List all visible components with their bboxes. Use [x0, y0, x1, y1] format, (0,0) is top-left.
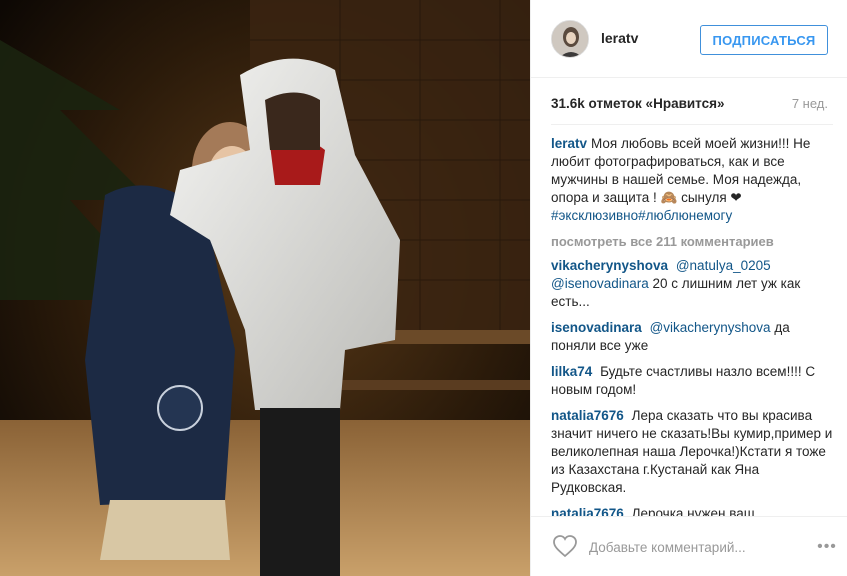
post-time[interactable]: 7 нед.: [792, 96, 828, 111]
caption-username[interactable]: leratv: [551, 136, 587, 151]
view-all-comments-link[interactable]: посмотреть все 211 комментариев: [551, 233, 833, 251]
add-comment-input[interactable]: [589, 536, 809, 558]
likes-count[interactable]: 31.6k отметок «Нравится»: [551, 96, 725, 111]
comment-item: natalia7676 Лерочка нужен ваш совет.Моег…: [551, 505, 833, 516]
comment-item: vikacherynyshova @natulya_0205 @isenovad…: [551, 257, 833, 311]
author-username[interactable]: leratv: [601, 30, 638, 46]
heart-outline-icon: [553, 534, 577, 557]
comment-username[interactable]: natalia7676: [551, 506, 624, 516]
post-sidebar: leratv ПОДПИСАТЬСЯ 31.6k отметок «Нравит…: [530, 0, 847, 576]
post-photo[interactable]: [0, 0, 530, 576]
caption: leratv Моя любовь всей моей жизни!!! Не л…: [551, 135, 833, 225]
caption-text: Моя любовь всей моей жизни!!! Не любит ф…: [551, 136, 811, 205]
comment-username[interactable]: natalia7676: [551, 408, 624, 423]
post-footer: •••: [531, 516, 847, 576]
avatar[interactable]: [551, 20, 589, 58]
follow-button[interactable]: ПОДПИСАТЬСЯ: [700, 25, 828, 55]
comment-mentions[interactable]: @vikacherynyshova: [650, 320, 771, 335]
ellipsis-icon[interactable]: •••: [815, 539, 839, 555]
comment-item: isenovadinara @vikacherynyshova да понял…: [551, 319, 833, 355]
comments-list[interactable]: leratv Моя любовь всей моей жизни!!! Не л…: [551, 124, 833, 516]
comment-username[interactable]: isenovadinara: [551, 320, 642, 335]
comment-item: natalia7676 Лера сказать что вы красива …: [551, 407, 833, 497]
photo-illustration: [0, 0, 530, 576]
comment-item: lilka74 Будьте счастливы назло всем!!!! …: [551, 363, 833, 399]
avatar-image: [552, 21, 588, 57]
like-button[interactable]: [551, 533, 579, 561]
caption-hashtags[interactable]: #эксклюзивно#люблюнемогу: [551, 208, 732, 223]
post-header: leratv ПОДПИСАТЬСЯ: [531, 0, 847, 78]
likes-row: 31.6k отметок «Нравится» 7 нед.: [551, 96, 828, 116]
comment-username[interactable]: vikacherynyshova: [551, 258, 668, 273]
comment-username[interactable]: lilka74: [551, 364, 592, 379]
